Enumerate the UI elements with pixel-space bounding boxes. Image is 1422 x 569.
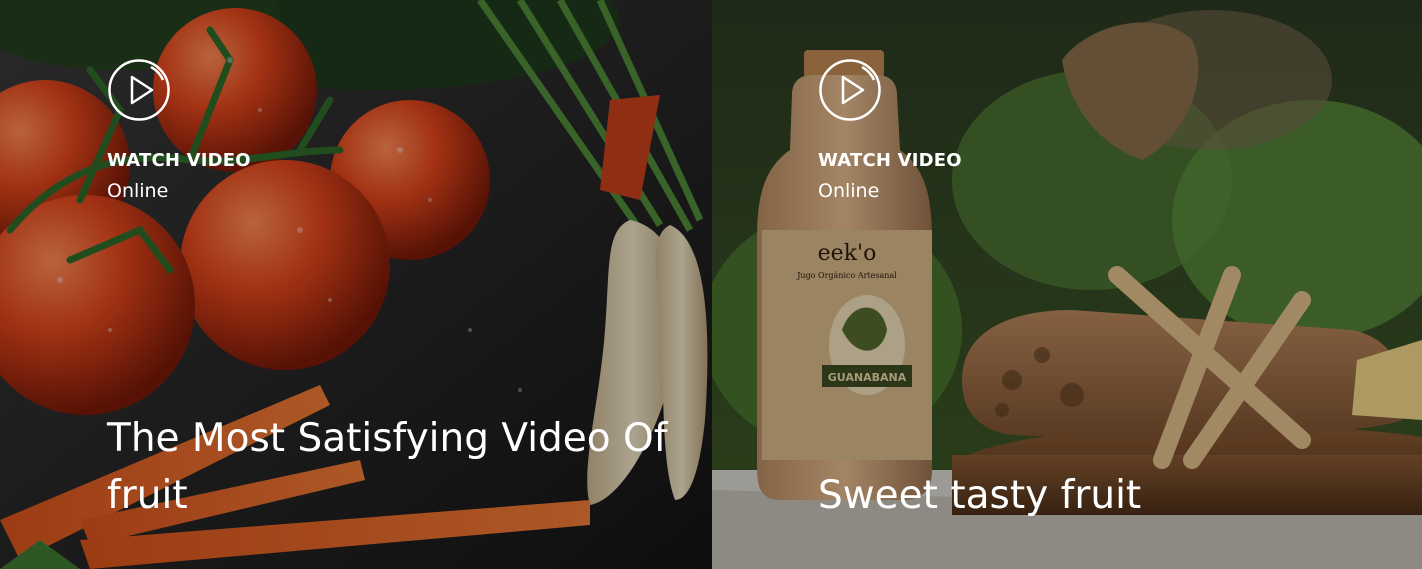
video-status-label: Online <box>818 180 880 202</box>
play-circle-icon <box>108 59 170 121</box>
play-circle-icon <box>819 59 881 121</box>
video-title[interactable]: Sweet tasty fruit <box>818 467 1378 524</box>
video-title[interactable]: The Most Satisfying Video Of fruit <box>107 410 687 524</box>
watch-video-link[interactable]: WATCH VIDEO <box>818 150 962 171</box>
watch-video-link[interactable]: WATCH VIDEO <box>107 150 251 171</box>
play-video-button[interactable] <box>818 58 882 122</box>
play-video-button[interactable] <box>107 58 171 122</box>
video-status-label: Online <box>107 180 169 202</box>
video-card-sweet-fruit[interactable]: eek'o Jugo Orgánico Artesanal GUANABANA … <box>712 0 1422 569</box>
video-card-fruit[interactable]: WATCH VIDEO Online The Most Satisfying V… <box>0 0 712 569</box>
video-cards-row: WATCH VIDEO Online The Most Satisfying V… <box>0 0 1422 569</box>
